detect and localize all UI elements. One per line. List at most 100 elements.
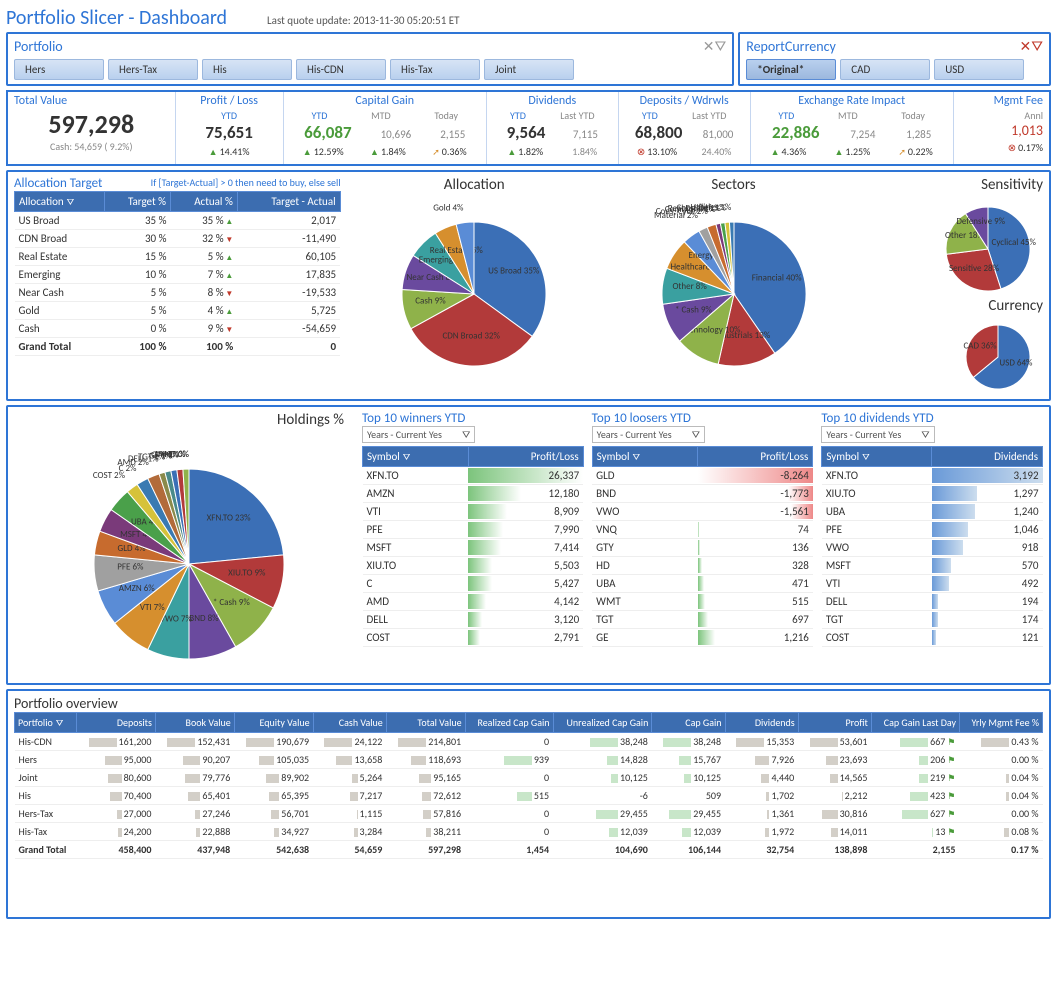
table-row[interactable]: VWO918: [822, 539, 1043, 557]
clear-filter-icon[interactable]: ✕⛛: [1020, 38, 1044, 55]
alloc-row[interactable]: Cash0 %9 %-54,659: [15, 320, 341, 338]
sensitivity-currency: Sensitivity Cyclical 45%Sensitive 28%Oth…: [867, 176, 1043, 395]
kpi-total-value: Total Value 597,298 Cash: 54,659 ( 9.2%): [8, 92, 176, 164]
table-row[interactable]: COST2,791: [363, 629, 584, 647]
table-row[interactable]: C5,427: [363, 575, 584, 593]
slicer-item-hers-tax[interactable]: Hers-Tax: [108, 59, 198, 80]
table-row[interactable]: VTI8,909: [363, 503, 584, 521]
filter-years-current[interactable]: Years - Current Yes⛛: [592, 426, 705, 443]
svg-text:BND 8%: BND 8%: [189, 613, 219, 624]
kpi-exchange: Exchange Rate Impact YTD MTD Today 22,88…: [751, 92, 954, 164]
table-row[interactable]: XIU.TO1,297: [822, 485, 1043, 503]
svg-text:Defensive 9%: Defensive 9%: [956, 216, 1005, 227]
svg-text:XFN.TO 23%: XFN.TO 23%: [207, 512, 251, 523]
alloc-row[interactable]: US Broad35 %35 %2,017: [15, 212, 341, 230]
overview-row[interactable]: Hers-Tax27,00027,24656,7011,11557,816029…: [15, 805, 1043, 823]
svg-text:AMZN 6%: AMZN 6%: [119, 583, 156, 594]
table-row[interactable]: HD328: [592, 557, 813, 575]
portfolio-slicer-title: Portfolio: [14, 38, 63, 55]
slicer-item-his[interactable]: His: [202, 59, 292, 80]
alloc-row[interactable]: Gold5 %4 %5,725: [15, 302, 341, 320]
table-row[interactable]: GTY136: [592, 539, 813, 557]
table-row[interactable]: XIU.TO5,503: [363, 557, 584, 575]
alloc-row[interactable]: Real Estate15 %5 %60,105: [15, 248, 341, 266]
table-row[interactable]: GE1,216: [592, 629, 813, 647]
svg-text:Financial 40%: Financial 40%: [751, 273, 801, 284]
slicer-item-usd[interactable]: USD: [934, 59, 1024, 80]
table-row[interactable]: PFE1,046: [822, 521, 1043, 539]
sectors-pie: Sectors Financial 40%Industrials 13%Tech…: [608, 176, 859, 384]
slicer-item-hers[interactable]: Hers: [14, 59, 104, 80]
table-row[interactable]: PFE7,990: [363, 521, 584, 539]
svg-text:* Cash 9%: * Cash 9%: [674, 305, 711, 316]
table-row[interactable]: VNQ74: [592, 521, 813, 539]
svg-text:Sensitive 28%: Sensitive 28%: [949, 263, 1000, 274]
svg-text:CAD 36%: CAD 36%: [963, 341, 997, 352]
table-row[interactable]: WMT515: [592, 593, 813, 611]
kpi-mgmt-fee: Mgmt Fee Annl 1,013 0.17%: [954, 92, 1049, 164]
clear-filter-icon[interactable]: ✕⛛: [703, 38, 727, 55]
top10-dividends: Top 10 dividends YTD Years - Current Yes…: [821, 411, 1043, 647]
funnel-icon[interactable]: ⛛: [462, 428, 470, 441]
kpi-deposits: Deposits / Wdrwls YTD Last YTD 68,800 81…: [619, 92, 751, 164]
table-row[interactable]: MSFT570: [822, 557, 1043, 575]
table-row[interactable]: AMZN12,180: [363, 485, 584, 503]
overview-row[interactable]: His70,40065,40165,3957,21772,612515-6509…: [15, 787, 1043, 805]
page-title: Portfolio Slicer - Dashboard: [6, 6, 227, 30]
allocation-table[interactable]: AllocationTarget %Actual %Target - Actua…: [14, 191, 341, 356]
overview-table[interactable]: PortfolioDepositsBook ValueEquity ValueC…: [14, 712, 1043, 859]
svg-text:Gold 4%: Gold 4%: [433, 203, 464, 214]
table-row[interactable]: TGT174: [822, 611, 1043, 629]
overview-row[interactable]: His-CDN161,200152,431190,67924,122214,80…: [15, 733, 1043, 751]
table-row[interactable]: UBA471: [592, 575, 813, 593]
portfolio-slicer: Portfolio ✕⛛ HersHers-TaxHisHis-CDNHis-T…: [6, 32, 734, 86]
svg-text:Cash 9%: Cash 9%: [415, 296, 446, 307]
kpi-dividends: Dividends YTD Last YTD 9,564 7,115 1.82%…: [487, 92, 619, 164]
top10-winners: Top 10 winners YTD Years - Current Yes⛛ …: [362, 411, 584, 647]
table-row[interactable]: MSFT7,414: [363, 539, 584, 557]
table-row[interactable]: GLD-8,264: [592, 467, 813, 485]
kpi-profit-loss: Profit / Loss YTD 75,651 14.41%: [176, 92, 284, 164]
table-row[interactable]: XFN.TO26,337: [363, 467, 584, 485]
allocation-hint: If [Target-Actual] > 0 then need to buy,…: [151, 176, 341, 191]
slicer-item-his-cdn[interactable]: His-CDN: [296, 59, 386, 80]
top10-losers: Top 10 loosers YTD Years - Current Yes⛛ …: [592, 411, 814, 647]
table-row[interactable]: VTI492: [822, 575, 1043, 593]
alloc-row[interactable]: Near Cash5 %8 %-19,533: [15, 284, 341, 302]
table-row[interactable]: UBA1,240: [822, 503, 1043, 521]
filter-years-current[interactable]: Years - Current Yes⛛: [362, 426, 475, 443]
table-row[interactable]: VWO-1,561: [592, 503, 813, 521]
table-row[interactable]: TGT697: [592, 611, 813, 629]
currency-slicer: ReportCurrency ✕⛛ *Original*CADUSD: [738, 32, 1051, 86]
holdings-pie: Holdings % XFN.TO 23%XIU.TO 9%* Cash 9%B…: [14, 411, 354, 679]
overview-row[interactable]: Hers95,00090,207105,03513,658118,6939391…: [15, 751, 1043, 769]
filter-years-current[interactable]: Years - Current Yes⛛: [821, 426, 934, 443]
allocation-pie: Allocation US Broad 35%CDN Broad 32%Cash…: [349, 176, 600, 384]
table-row[interactable]: AMD4,142: [363, 593, 584, 611]
alloc-row[interactable]: Emerging10 %7 %17,835: [15, 266, 341, 284]
currency-slicer-title: ReportCurrency: [746, 38, 836, 55]
table-row[interactable]: XFN.TO3,192: [822, 467, 1043, 485]
allocation-target-title: Allocation Target: [14, 176, 102, 191]
kpi-capital-gain: Capital Gain YTD MTD Today 66,087 10,696…: [284, 92, 487, 164]
funnel-icon[interactable]: ⛛: [692, 428, 700, 441]
svg-text:Utilities 1%: Utilities 1%: [690, 202, 732, 213]
alloc-row[interactable]: CDN Broad30 %32 %-11,490: [15, 230, 341, 248]
slicer-item-joint[interactable]: Joint: [484, 59, 574, 80]
overview-row[interactable]: Joint80,60079,77689,9025,26495,165010,12…: [15, 769, 1043, 787]
overview-row[interactable]: His-Tax24,20022,88834,9273,28438,211012,…: [15, 823, 1043, 841]
svg-text:VTI 7%: VTI 7%: [140, 602, 165, 613]
svg-text:CDN Broad 32%: CDN Broad 32%: [443, 331, 501, 342]
slicer-item-his-tax[interactable]: His-Tax: [390, 59, 480, 80]
svg-text:Cyclical 45%: Cyclical 45%: [992, 237, 1037, 248]
table-row[interactable]: DELL194: [822, 593, 1043, 611]
slicer-item-original[interactable]: *Original*: [746, 59, 836, 80]
table-row[interactable]: COST121: [822, 629, 1043, 647]
funnel-icon[interactable]: ⛛: [921, 428, 929, 441]
slicer-item-cad[interactable]: CAD: [840, 59, 930, 80]
svg-text:XIU.TO 9%: XIU.TO 9%: [228, 567, 266, 578]
svg-text:Real Estate 5%: Real Estate 5%: [430, 245, 484, 256]
table-row[interactable]: BND-1,773: [592, 485, 813, 503]
table-row[interactable]: DELL3,120: [363, 611, 584, 629]
svg-text:US Broad 35%: US Broad 35%: [488, 266, 540, 277]
